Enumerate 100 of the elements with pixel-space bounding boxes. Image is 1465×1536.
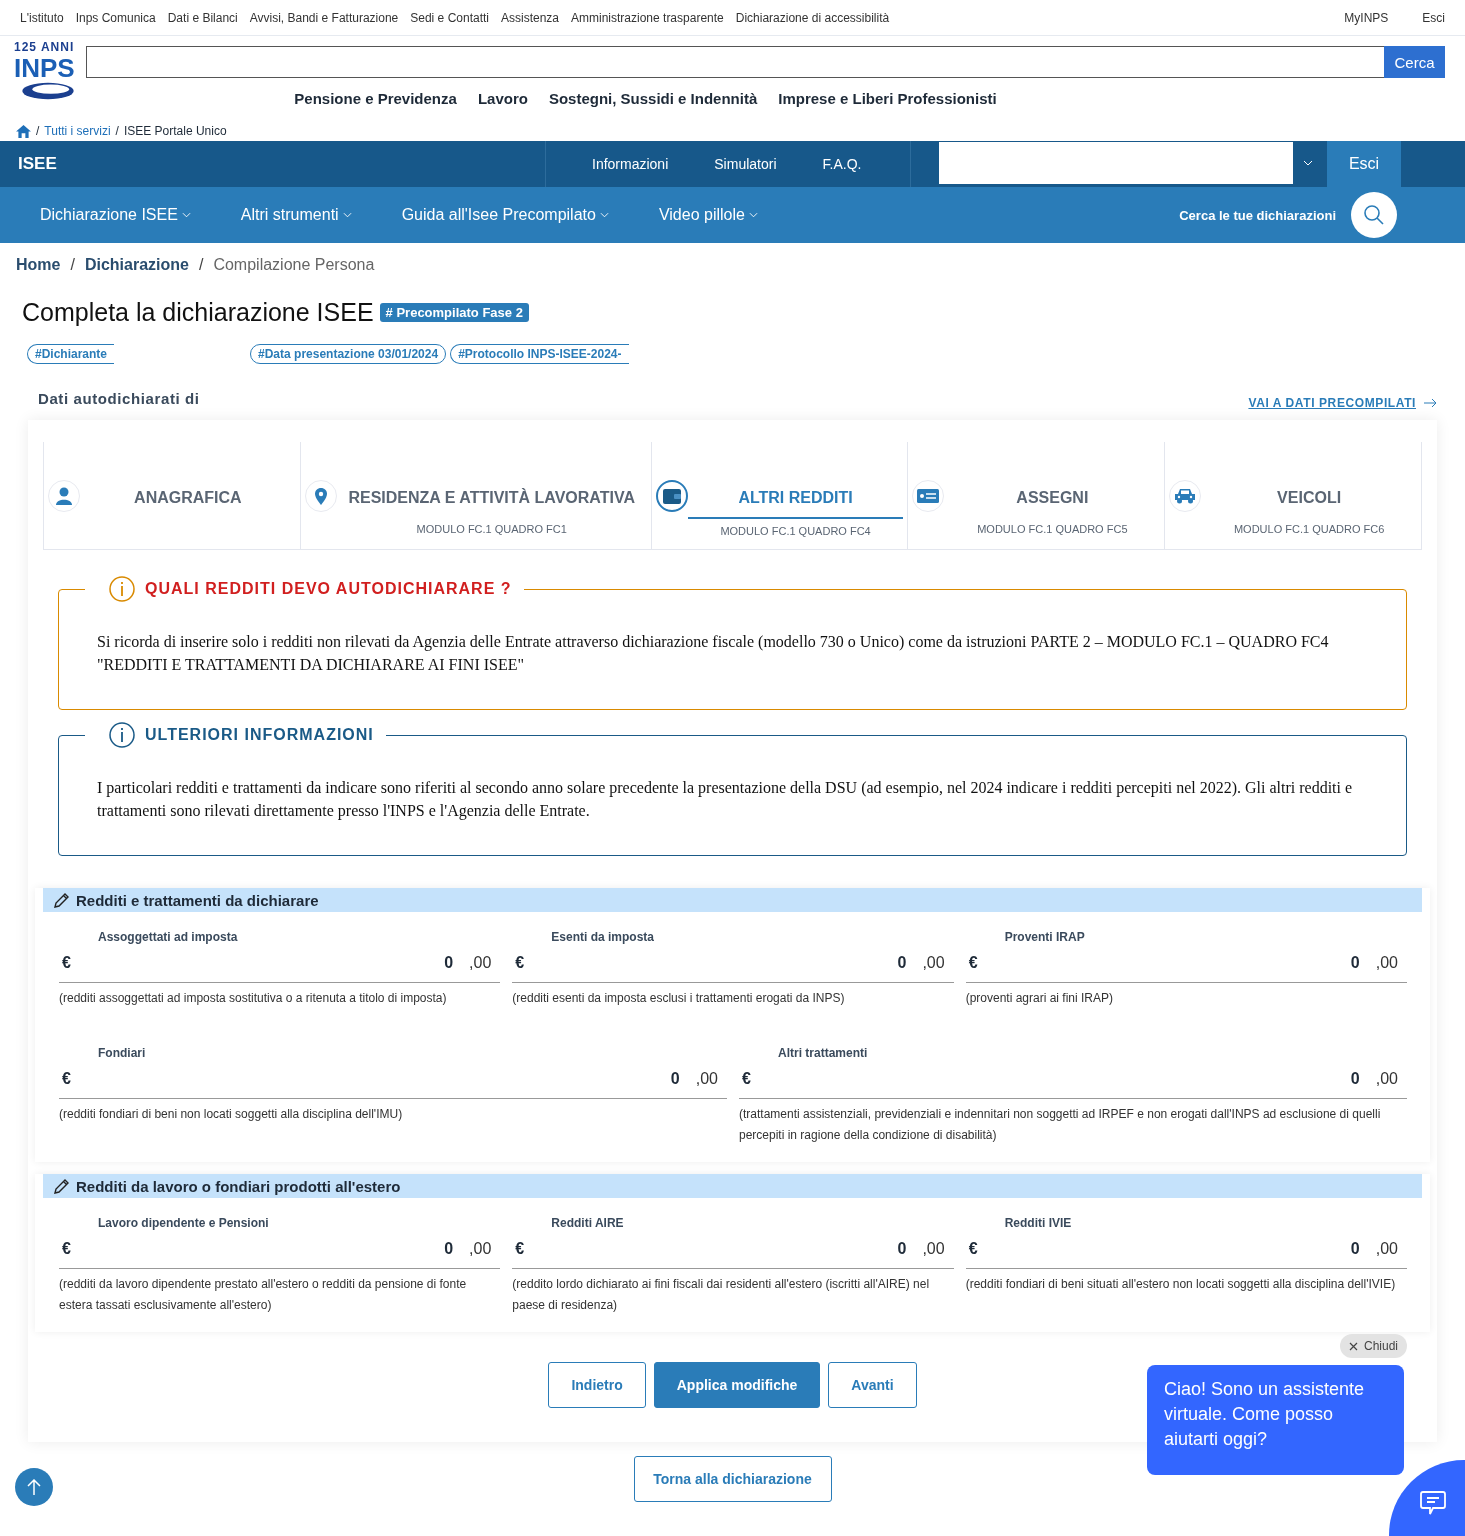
notice-text: Si ricorda di inserire solo i redditi non rilevati da Agenzia delle Entrate attraverso dichiarazione fiscale (modello 730 o Unico) come da istruzioni PARTE 2 – MODULO FC.1 – QUADRO FC4 "REDDITI E TRATTAMENTI DA DICHIARARE AI FINI ISEE" [97,632,1330,675]
close-icon [1349,1341,1358,1351]
logo-swoosh-icon [20,80,76,102]
field-hint: (redditi assoggettati ad imposta sostitutiva o a ritenuta a titolo di imposta) [59,990,448,1007]
caret-icon [748,212,758,218]
breadcrumb-link[interactable]: Home [16,256,61,276]
field-label: Proventi IRAP [1003,930,1086,944]
field-hint: (redditi da lavoro dipendente prestato all'estero o redditi da pensione di fonte estera tassati esclusivamente all'estero) [59,1276,468,1314]
logo-name: INPS [14,54,76,82]
isee-link[interactable]: Informazioni [592,156,669,172]
pencil-icon [53,1177,70,1195]
main-nav-link[interactable]: Sostegni, Sussidi e Indennità [548,90,758,107]
breadcrumb-current: Compilazione Persona [213,256,375,275]
breadcrumb-separator: / [115,124,119,138]
info-icon [109,576,135,602]
field-label: Redditi AIRE [550,1216,625,1230]
nav-menu-item[interactable]: Guida all'Isee Precompilato [401,206,609,224]
field-label: Esenti da imposta [550,930,656,944]
step-tab[interactable]: ANAGRAFICA [44,442,301,549]
chat-icon [1419,1490,1447,1516]
search-button[interactable]: Cerca [1384,46,1445,78]
breadcrumb-separator: / [70,256,75,275]
field-label: Fondiari [97,1046,147,1060]
top-link[interactable]: Assistenza [501,10,559,25]
caret-icon [599,212,609,218]
breadcrumb-link[interactable]: Tutti i servizi [44,124,111,138]
amount-field[interactable]: € 0 ,00 [59,1060,727,1099]
breadcrumb-link[interactable]: Dichiarazione [84,256,189,276]
phase-tag: # Precompilato Fase 2 [379,303,529,322]
top-link[interactable]: Inps Comunica [75,10,156,25]
field-label: Altri trattamenti [777,1046,869,1060]
top-link[interactable]: Sedi e Contatti [410,10,489,25]
close-chat-button[interactable]: Chiudi [1340,1334,1408,1358]
top-link[interactable]: Dichiarazione di accessibilità [735,10,890,25]
field-hint: (redditi esenti da imposta esclusi i trattamenti erogati da INPS) [512,990,846,1007]
search-button[interactable] [1351,192,1397,238]
top-link[interactable]: Dati e Bilanci [167,10,238,25]
amount-field[interactable]: € 0 ,00 [59,944,501,983]
logout-button[interactable]: Esci [1327,141,1401,187]
field-hint: (redditi fondiari di beni non locati soggetti alla disciplina dell'IMU) [59,1106,404,1123]
pencil-icon [53,891,70,909]
breadcrumb-separator: / [198,256,204,275]
search-icon [1363,204,1385,226]
notice-title: QUALI REDDITI DEVO AUTODICHIARARE ? [145,580,512,598]
step-tab[interactable]: ALTRI REDDITI MODULO FC.1 QUADRO FC4 [651,442,909,549]
home-icon[interactable] [16,124,31,138]
action-button[interactable]: Indietro [548,1362,646,1408]
caret-icon [1303,160,1313,166]
field-hint: (proventi agrari ai fini IRAP) [965,990,1115,1007]
money-card-icon [917,489,940,503]
main-nav-link[interactable]: Pensione e Previdenza [294,90,457,107]
amount-field[interactable]: € 0 ,00 [739,1060,1407,1099]
car-icon [1174,488,1197,504]
step-tab[interactable]: RESIDENZA E ATTIVITÀ LAVORATIVA MODULO FC.1 QUADRO FC1 [300,442,652,549]
arrow-right-icon [1424,398,1437,408]
top-link[interactable]: L'istituto [20,10,64,25]
notice-text: I particolari redditi e trattamenti da indicare sono riferiti al secondo anno solare precedente la presentazione della DSU (ad esempio, nel 2024 indicare i redditi percepiti nel 2022). Gli altri redditi e trattamenti sono rilevati direttamente presso l'INPS e l'Agenzia delle Entrate. [97,778,1354,822]
field-hint: (redditi fondiari di beni situati all'estero non locati soggetti alla disciplina dell'IVIE) [965,1276,1397,1293]
info-icon [109,722,135,748]
action-button[interactable]: Avanti [828,1362,917,1408]
amount-field[interactable]: € 0 ,00 [512,944,954,983]
caret-icon [181,212,191,218]
chat-message: Ciao! Sono un assistente virtuale. Come posso aiutarti oggi? [1147,1365,1404,1475]
amount-field[interactable]: € 0 ,00 [59,1230,501,1269]
main-nav-link[interactable]: Lavoro [477,90,528,107]
section-subtitle: Dati autodichiarati di [38,389,201,407]
amount-field[interactable]: € 0 ,00 [965,944,1407,983]
amount-field[interactable]: € 0 ,00 [965,1230,1407,1269]
top-link[interactable]: MyINPS [1344,10,1389,25]
step-tab[interactable]: ASSEGNI MODULO FC.1 QUADRO FC5 [908,442,1166,549]
page-title: Completa la dichiarazione ISEE [22,298,374,327]
action-button[interactable]: Applica modifiche [653,1362,821,1408]
field-label: Redditi IVIE [1003,1216,1073,1230]
top-link[interactable]: Avvisi, Bandi e Fatturazione [249,10,399,25]
main-nav-link[interactable]: Imprese e Liberi Professionisti [778,90,997,107]
search-field[interactable] [86,46,1384,78]
notice-title: ULTERIORI INFORMAZIONI [145,726,374,744]
top-link[interactable]: Esci [1422,10,1445,25]
nav-menu-item[interactable]: Dichiarazione ISEE [40,206,191,224]
section-title: Redditi e trattamenti da dichiarare [76,891,319,909]
isee-link[interactable]: Simulatori [714,156,777,172]
logo-tagline: 125 ANNI [14,40,76,54]
arrow-up-icon [27,1479,41,1495]
field-label: Lavoro dipendente e Pensioni [97,1216,270,1230]
breadcrumb-current: ISEE Portale Unico [123,124,227,138]
breadcrumb-separator: / [36,124,40,138]
step-tab[interactable]: VEICOLI MODULO FC.1 QUADRO FC6 [1165,442,1421,549]
nav-menu-item[interactable]: Altri strumenti [240,206,352,224]
field-hint: (reddito lordo dichiarato ai fini fiscali dai residenti all'estero (iscritti all'AIRE) nel paese di residenza) [512,1276,931,1314]
back-button[interactable]: Torna alla dichiarazione [633,1456,832,1502]
scroll-top-button[interactable] [15,1468,53,1506]
wallet-icon [662,488,681,504]
nav-menu-item[interactable]: Video pillole [658,206,758,224]
amount-field[interactable]: € 0 ,00 [512,1230,954,1269]
field-hint: (trattamenti assistenziali, previdenziali e indennitari non soggetti ad IRPEF e non erogati dall'INPS ad esclusione di quelli percepiti in ragione della condizione di disabilità) [739,1106,1382,1144]
isee-link[interactable]: F.A.Q. [822,156,862,172]
top-link[interactable]: Amministrazione trasparente [571,10,724,25]
section-title: Redditi da lavoro o fondiari prodotti all'estero [76,1177,401,1195]
precompiled-link[interactable]: VAI A DATI PRECOMPILATI [1248,396,1416,410]
search-label: Cerca le tue dichiarazioni [1179,207,1336,223]
